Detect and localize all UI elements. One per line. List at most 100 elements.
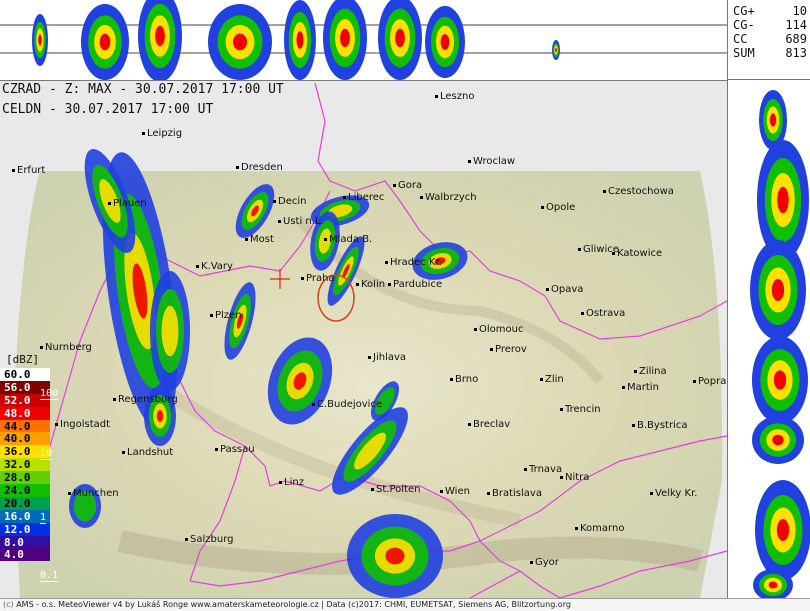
legend-entry: 32.0: [0, 458, 50, 471]
legend-entry: 48.0: [0, 406, 50, 420]
city-label: Olomouc: [474, 324, 523, 335]
city-label: Poprad: [693, 376, 727, 387]
cross-section-echo: [776, 519, 790, 541]
city-label: Usti n.L.: [278, 216, 324, 227]
radar-echo: [385, 547, 405, 565]
city-label: Walbrzych: [420, 192, 477, 203]
city-label: Opole: [541, 202, 575, 213]
city-label: Plzen: [210, 310, 242, 321]
legend-entry: 28.0: [0, 471, 50, 484]
city-label: St.Polten: [371, 484, 420, 495]
city-label: C.Budejovice: [312, 399, 382, 410]
city-label: Komarno: [575, 523, 624, 534]
stat-cc: CC 689: [733, 32, 807, 46]
cross-section-echo: [340, 28, 350, 48]
city-label: Munchen: [68, 488, 119, 499]
legend-entry: 12.0: [0, 522, 50, 536]
legend-entry: 60.0: [0, 368, 50, 381]
cross-section-echo: [773, 370, 787, 390]
city-label: Kolin: [356, 279, 385, 290]
map-canvas: [12, 82, 727, 598]
cross-section-echo: [38, 34, 42, 46]
right-cross-section-panel: [727, 80, 810, 598]
city-label: Zilina: [634, 366, 667, 377]
stat-cg-minus: CG- 114: [733, 18, 807, 32]
footer-credits: AMS - o.s. MeteoViewer v4 by Lukáš Ronge…: [16, 600, 571, 609]
cross-section-echo: [440, 34, 450, 50]
radar-product-header: CZRAD - Z: MAX - 30.07.2017 17:00 UT: [2, 82, 284, 97]
cross-section-echo: [232, 33, 248, 51]
cross-section-echo: [155, 25, 165, 47]
scale-tick: 0.1: [40, 570, 59, 582]
city-label: B.Bystrica: [632, 420, 687, 431]
city-label: Trencin: [560, 404, 601, 415]
city-label: Dresden: [236, 162, 283, 173]
city-label: Liberec: [343, 192, 384, 203]
cross-section-echo: [555, 47, 557, 53]
city-label: Most: [245, 234, 274, 245]
legend-entry: 4.0: [0, 548, 50, 561]
city-label: Leipzig: [142, 128, 182, 139]
radar-map[interactable]: CZRAD - Z: MAX - 30.07.2017 17:00 UT CEL…: [0, 81, 727, 598]
city-label: K.Vary: [196, 261, 233, 272]
city-label: Wroclaw: [468, 156, 515, 167]
city-label: Linz: [279, 477, 304, 488]
top-cross-section-panel: [0, 0, 727, 81]
footer-left-mark: (c): [3, 600, 14, 609]
cross-section-echo: [99, 33, 111, 51]
city-label: Decin: [273, 196, 306, 207]
cross-section-echo: [296, 31, 304, 49]
cross-section-echo: [769, 113, 777, 127]
city-label: Erfurt: [12, 165, 45, 176]
scale-tick: 10: [40, 448, 53, 460]
city-label: Hradec Kr.: [385, 257, 442, 268]
city-label: Pardubice: [388, 279, 442, 290]
city-label: Passau: [215, 444, 255, 455]
scale-tick: 1: [40, 512, 47, 524]
cross-section-echo: [395, 28, 405, 48]
city-label: Nitra: [560, 472, 589, 483]
city-label: Mlada B.: [324, 234, 372, 245]
city-label: Prerov: [490, 344, 527, 355]
legend-entry: 8.0: [0, 535, 50, 549]
radar-echo: [161, 305, 179, 357]
legend-entry: 24.0: [0, 484, 50, 497]
legend-entry: 40.0: [0, 432, 50, 445]
city-label: Leszno: [435, 91, 474, 102]
city-label: Velky Kr.: [650, 488, 697, 499]
lightning-product-header: CELDN - 30.07.2017 17:00 UT: [2, 102, 214, 117]
city-label: Breclav: [468, 419, 510, 430]
city-label: Zlin: [540, 374, 564, 385]
city-label: Wien: [440, 486, 470, 497]
stat-sum: SUM 813: [733, 46, 807, 60]
city-label: Gyor: [530, 557, 559, 568]
city-label: Praha: [301, 273, 335, 284]
city-label: Ingolstadt: [55, 419, 110, 430]
cross-section-echo: [772, 434, 784, 446]
lightning-stats-panel: CG+ 10 CG- 114 CC 689 SUM 813: [727, 0, 810, 80]
credits-footer: (c) AMS - o.s. MeteoViewer v4 by Lukáš R…: [0, 598, 810, 611]
legend-entry: 20.0: [0, 496, 50, 510]
city-label: Brno: [450, 374, 478, 385]
city-label: Plauen: [108, 198, 147, 209]
radar-echo: [156, 410, 164, 422]
cross-section-echo: [768, 581, 778, 589]
city-label: Katowice: [612, 248, 662, 259]
city-label: Opava: [546, 284, 583, 295]
right-cross-section-chart: [750, 90, 810, 598]
city-label: Jihlava: [368, 352, 406, 363]
cross-section-echo: [777, 186, 789, 214]
cross-section-echo: [771, 279, 785, 301]
city-label: Trnava: [524, 464, 562, 475]
city-label: Landshut: [122, 447, 173, 458]
top-cross-section-chart: [0, 0, 727, 80]
scale-tick: 100: [40, 388, 59, 400]
legend-entry: 44.0: [0, 419, 50, 433]
city-label: Regensburg: [113, 394, 178, 405]
stat-cg-plus: CG+ 10: [733, 4, 807, 18]
legend-title: [dBZ]: [6, 353, 40, 366]
city-label: Martin: [622, 382, 659, 393]
city-label: Bratislava: [487, 488, 542, 499]
city-label: Ostrava: [581, 308, 625, 319]
city-label: Czestochowa: [603, 186, 674, 197]
